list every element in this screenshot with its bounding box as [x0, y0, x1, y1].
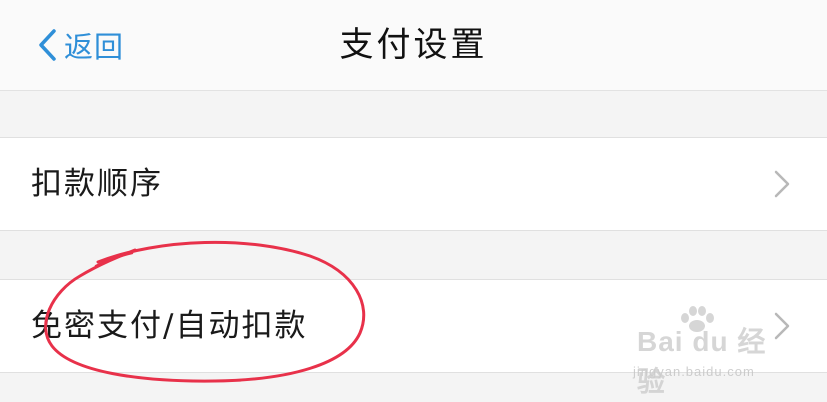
watermark: Bai du 经验 jingyan.baidu.com — [633, 306, 787, 397]
row-deduction-order[interactable]: 扣款顺序 — [0, 137, 827, 231]
watermark-brand: Bai du 经验 — [637, 326, 767, 397]
section-gap — [0, 231, 827, 279]
page-title: 支付设置 — [339, 25, 488, 65]
navigation-bar: 返回 支付设置 — [0, 0, 827, 91]
row-label: 扣款顺序 — [31, 166, 163, 202]
row-label: 免密支付/自动扣款 — [31, 308, 308, 344]
section-gap — [0, 91, 827, 137]
chevron-right-icon — [774, 170, 790, 198]
watermark-url: jingyan.baidu.com — [633, 364, 755, 379]
